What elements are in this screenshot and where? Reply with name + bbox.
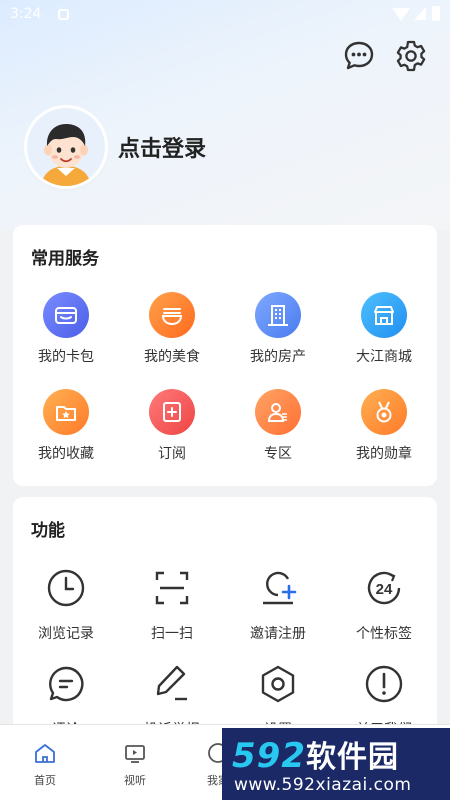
favorite-folder-icon [43, 389, 89, 435]
function-label: 浏览记录 [38, 626, 94, 642]
watermark-brand: 592软件园 [232, 736, 399, 776]
service-favorites[interactable]: 我的收藏 [13, 389, 119, 463]
home-icon [35, 744, 55, 763]
service-mall[interactable]: 大江商城 [331, 292, 437, 366]
service-label: 我的房产 [250, 349, 306, 365]
info-icon [365, 665, 403, 703]
function-label: 个性标签 [356, 626, 412, 642]
noodle-bowl-icon [149, 292, 195, 338]
login-prompt[interactable]: 点击登录 [118, 131, 206, 163]
service-subscribe[interactable]: 订阅 [119, 389, 225, 463]
cartoon-boy-icon [27, 108, 105, 186]
medal-icon [361, 389, 407, 435]
comment-icon [49, 666, 84, 702]
notification-icon [58, 9, 69, 20]
signal-icon [414, 7, 426, 20]
function-invite[interactable]: 邀请注册 [225, 565, 331, 643]
settings-gear-icon[interactable] [393, 38, 429, 74]
clock-icon [47, 569, 85, 607]
status-time: 3:24 [10, 6, 42, 22]
tab-home[interactable]: 首页 [15, 741, 75, 788]
service-zone[interactable]: 专区 [225, 389, 331, 463]
pen-icon [156, 665, 187, 701]
tv-icon [125, 745, 145, 763]
function-history[interactable]: 浏览记录 [13, 565, 119, 643]
avatar[interactable] [27, 108, 105, 186]
service-label: 我的卡包 [38, 349, 94, 365]
message-icon[interactable] [341, 38, 377, 74]
wifi-icon [392, 8, 410, 21]
function-scan[interactable]: 扫一扫 [119, 565, 225, 643]
watermark-url: www.592xiazai.com [234, 775, 412, 795]
tag-24-icon: 24 [367, 571, 401, 605]
storefront-icon [361, 292, 407, 338]
service-label: 大江商城 [356, 349, 412, 365]
watermark-logo: 592软件园 www.592xiazai.com [222, 728, 450, 800]
functions-card: 功能 浏览记录 扫一扫 邀请注册 24 个性标签 评论 投诉举报 设置 关于我们 [13, 497, 437, 738]
service-label: 我的勋章 [356, 446, 412, 462]
function-label: 扫一扫 [151, 626, 193, 642]
service-food[interactable]: 我的美食 [119, 292, 225, 366]
function-label: 邀请注册 [250, 626, 306, 642]
service-label: 我的收藏 [38, 446, 94, 462]
tab-video[interactable]: 视听 [105, 741, 165, 788]
hex-nut-icon [261, 665, 295, 703]
service-property[interactable]: 我的房产 [225, 292, 331, 366]
wallet-icon [43, 292, 89, 338]
invite-user-icon [263, 571, 297, 605]
service-label: 专区 [264, 446, 292, 462]
subscribe-icon [149, 389, 195, 435]
user-card-icon [255, 389, 301, 435]
service-wallet[interactable]: 我的卡包 [13, 292, 119, 366]
service-medals[interactable]: 我的勋章 [331, 389, 437, 463]
status-bar: 3:24 [0, 0, 450, 30]
tab-label: 视听 [124, 774, 146, 787]
common-services-card: 常用服务 我的卡包 我的美食 我的房产 大江商城 我的收藏 订阅 专区 我的勋章 [13, 225, 437, 486]
service-label: 我的美食 [144, 349, 200, 365]
scan-icon [155, 571, 189, 605]
battery-icon [432, 6, 440, 21]
building-icon [255, 292, 301, 338]
services-title: 常用服务 [31, 249, 99, 269]
function-tags[interactable]: 24 个性标签 [331, 565, 437, 643]
functions-title: 功能 [31, 521, 65, 541]
tab-label: 首页 [34, 774, 56, 787]
service-label: 订阅 [158, 446, 186, 462]
tag-badge: 24 [376, 581, 393, 598]
